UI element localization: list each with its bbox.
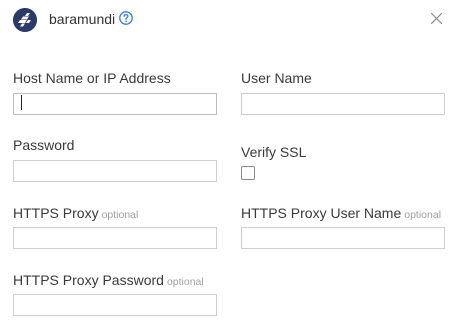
https-proxy-label-text: HTTPS Proxy (13, 205, 99, 221)
https-proxy-password-optional-hint: optional (166, 276, 204, 288)
app-title: baramundi (49, 11, 116, 27)
https-proxy-user-optional-hint: optional (404, 209, 442, 221)
https-proxy-password-input[interactable] (13, 294, 217, 316)
https-proxy-user-input[interactable] (241, 227, 445, 249)
https-proxy-password-label-text: HTTPS Proxy Password (13, 272, 164, 288)
username-input[interactable] (241, 93, 445, 115)
username-label-text: User Name (241, 70, 312, 86)
https-proxy-user-label: HTTPS Proxy User Name optional (241, 205, 441, 223)
text-caret (21, 95, 22, 110)
host-input[interactable] (13, 93, 217, 115)
password-label-text: Password (13, 137, 75, 153)
verify-ssl-label: Verify SSL (241, 144, 306, 160)
https-proxy-user-label-text: HTTPS Proxy User Name (241, 205, 402, 221)
https-proxy-optional-hint: optional (101, 209, 139, 221)
https-proxy-password-label: HTTPS Proxy Password optional (13, 272, 204, 290)
host-label-text: Host Name or IP Address (13, 70, 171, 86)
close-icon[interactable] (430, 12, 443, 25)
password-input[interactable] (13, 160, 217, 182)
help-icon[interactable] (119, 11, 133, 25)
host-label: Host Name or IP Address (13, 70, 171, 86)
baramundi-logo-icon (13, 8, 37, 32)
verify-ssl-checkbox[interactable] (241, 166, 255, 180)
https-proxy-label: HTTPS Proxy optional (13, 205, 138, 223)
password-label: Password (13, 137, 74, 153)
dialog-header: baramundi (0, 0, 460, 40)
https-proxy-input[interactable] (13, 227, 217, 249)
username-label: User Name (241, 70, 312, 86)
verify-ssl-label-text: Verify SSL (241, 144, 307, 160)
